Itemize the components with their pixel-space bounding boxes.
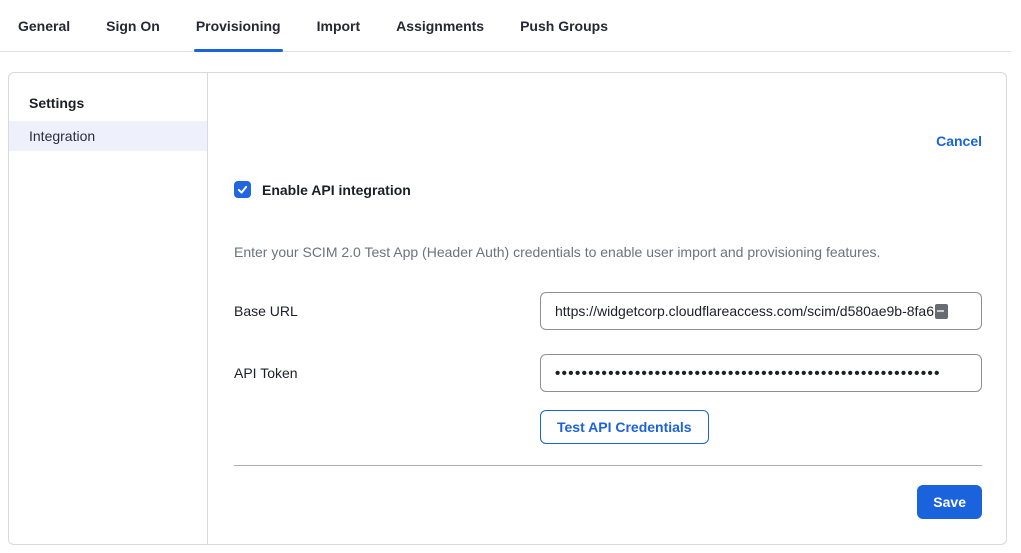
app-tab-bar: General Sign On Provisioning Import Assi…	[0, 0, 1011, 52]
tab-push-groups[interactable]: Push Groups	[520, 0, 608, 51]
enable-api-checkbox[interactable]	[234, 181, 251, 198]
integration-settings-form: Cancel Enable API integration Enter your…	[208, 73, 1006, 544]
api-token-value: ••••••••••••••••••••••••••••••••••••••••…	[555, 365, 941, 382]
tab-general[interactable]: General	[18, 0, 70, 51]
tab-sign-on[interactable]: Sign On	[106, 0, 160, 51]
text-selection-block	[935, 304, 948, 319]
cancel-link[interactable]: Cancel	[936, 133, 982, 149]
test-credentials-col: Test API Credentials	[540, 410, 982, 444]
cancel-row: Cancel	[234, 133, 982, 149]
spacer	[234, 410, 540, 444]
test-api-credentials-button[interactable]: Test API Credentials	[540, 410, 709, 444]
tab-assignments[interactable]: Assignments	[396, 0, 484, 51]
base-url-value: https://widgetcorp.cloudflareaccess.com/…	[555, 303, 934, 319]
tab-provisioning[interactable]: Provisioning	[196, 0, 281, 51]
enable-api-row: Enable API integration	[234, 181, 982, 198]
credentials-description: Enter your SCIM 2.0 Test App (Header Aut…	[234, 242, 982, 262]
base-url-row: Base URL https://widgetcorp.cloudflareac…	[234, 292, 982, 330]
settings-sidebar: Settings Integration	[9, 73, 208, 544]
check-icon	[236, 183, 249, 196]
test-credentials-row: Test API Credentials	[234, 410, 982, 444]
sidebar-header-settings: Settings	[9, 83, 207, 121]
base-url-input[interactable]: https://widgetcorp.cloudflareaccess.com/…	[540, 292, 982, 330]
enable-api-label: Enable API integration	[262, 182, 411, 198]
api-token-row: API Token ••••••••••••••••••••••••••••••…	[234, 354, 982, 392]
provisioning-panel: Settings Integration Cancel Enable API i…	[8, 72, 1007, 545]
save-row: Save	[234, 485, 982, 519]
form-divider	[234, 465, 982, 466]
base-url-label: Base URL	[234, 303, 540, 319]
tab-import[interactable]: Import	[317, 0, 361, 51]
api-token-label: API Token	[234, 365, 540, 381]
sidebar-item-integration[interactable]: Integration	[9, 121, 207, 151]
save-button[interactable]: Save	[917, 485, 982, 519]
api-token-input[interactable]: ••••••••••••••••••••••••••••••••••••••••…	[540, 354, 982, 392]
